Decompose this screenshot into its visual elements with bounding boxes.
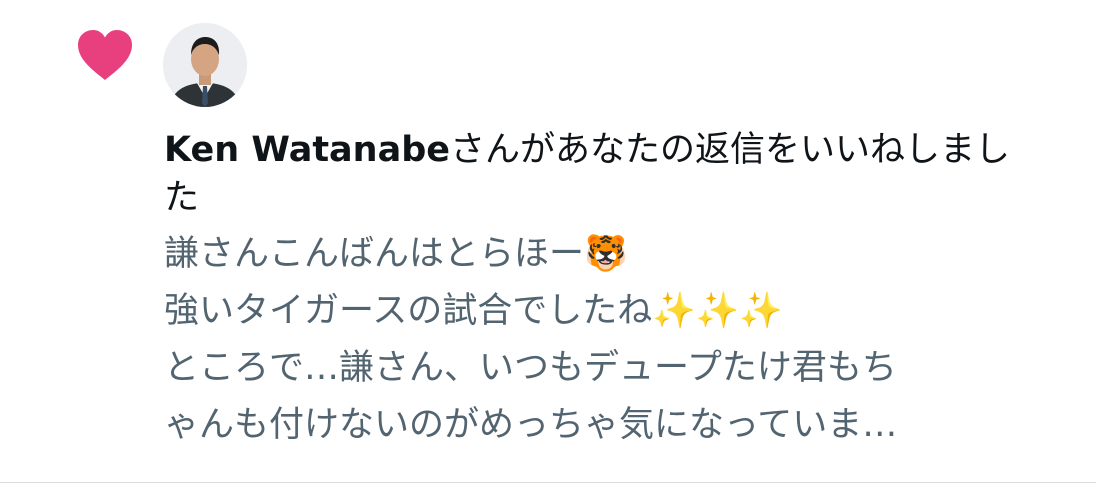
notification-headline: Ken Watanabeさんがあなたの返信をいいねしました xyxy=(164,126,1044,222)
reply-line: ところで…謙さん、いつもデュープたけ君もち xyxy=(164,348,897,388)
reply-line: ゃんも付けないのがめっちゃ気になっていま… xyxy=(164,405,898,445)
avatar[interactable] xyxy=(163,23,247,107)
actor-name[interactable]: Ken Watanabe xyxy=(164,130,450,170)
liked-reply-text[interactable]: 謙さんこんばんはとらほー🐯 強いタイガースの試合でしたね✨✨✨ ところで…謙さん… xyxy=(164,226,1064,454)
heart-icon xyxy=(78,30,132,80)
avatar-photo-icon xyxy=(163,23,247,107)
reply-line: 謙さんこんばんはとらほー🐯 xyxy=(164,234,628,274)
notification-content: Ken Watanabeさんがあなたの返信をいいねしました 謙さんこんばんはとら… xyxy=(164,126,1064,454)
divider xyxy=(0,482,1096,483)
like-notification[interactable]: Ken Watanabeさんがあなたの返信をいいねしました 謙さんこんばんはとら… xyxy=(0,0,1096,482)
reply-line: 強いタイガースの試合でしたね✨✨✨ xyxy=(164,291,783,331)
